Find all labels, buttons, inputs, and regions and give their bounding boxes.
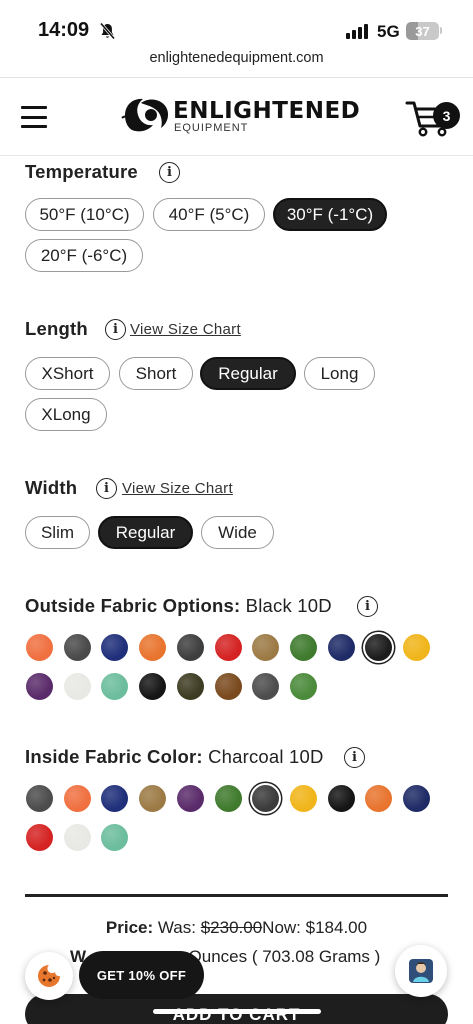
outside-fabric-swatch[interactable] <box>327 634 355 661</box>
temperature-option[interactable]: 20°F (-6°C) <box>25 239 143 272</box>
outside-fabric-swatch[interactable] <box>252 634 280 661</box>
width-size-chart-link[interactable]: View Size Chart <box>122 480 233 497</box>
signal-icon <box>346 24 368 39</box>
outside-fabric-swatch[interactable] <box>63 673 91 700</box>
site-header: ENLIGHTENED EQUIPMENT 3 <box>0 78 473 156</box>
inside-fabric-title: Inside Fabric Color: Charcoal 10D <box>25 746 324 768</box>
url-bar[interactable]: enlightenedequipment.com <box>0 50 473 66</box>
outside-fabric-info-icon[interactable]: i <box>357 596 378 617</box>
inside-fabric-label: Inside Fabric Color: <box>25 746 203 767</box>
price-divider <box>25 894 448 897</box>
temperature-option-selected[interactable]: 30°F (-1°C) <box>273 198 387 231</box>
inside-fabric-swatch[interactable] <box>403 785 430 812</box>
outside-fabric-swatch[interactable] <box>289 634 317 661</box>
outside-fabric-title: Outside Fabric Options: Black 10D <box>25 595 332 617</box>
inside-fabric-swatch[interactable] <box>327 785 355 812</box>
price-was-value: $230.00 <box>200 918 263 937</box>
outside-fabric-swatch[interactable] <box>101 634 129 661</box>
temperature-info-icon[interactable]: i <box>159 162 180 183</box>
outside-fabric-swatch[interactable] <box>403 634 430 661</box>
price-line: Price: Was: $230.00Now: $184.00 <box>0 918 473 938</box>
length-option[interactable]: XShort <box>25 357 110 390</box>
home-indicator <box>153 1009 321 1014</box>
outside-fabric-swatch[interactable] <box>26 634 53 661</box>
width-option[interactable]: Slim <box>25 516 90 549</box>
outside-fabric-swatch[interactable] <box>214 634 242 661</box>
network-label: 5G <box>377 22 400 41</box>
temperature-option[interactable]: 40°F (5°C) <box>153 198 265 231</box>
inside-fabric-swatch[interactable] <box>63 785 91 812</box>
promo-discount-button[interactable]: GET 10% OFF <box>79 951 204 999</box>
price-now-value: $184.00 <box>305 918 368 937</box>
inside-fabric-swatch[interactable] <box>101 785 129 812</box>
length-size-chart-link[interactable]: View Size Chart <box>130 321 241 338</box>
width-info-icon[interactable]: i <box>96 478 117 499</box>
weight-value: Ounces ( 703.08 Grams ) <box>188 947 381 966</box>
length-option[interactable]: Short <box>119 357 193 390</box>
inside-fabric-swatch[interactable] <box>26 824 53 851</box>
brand-name: ENLIGHTENED <box>173 98 361 124</box>
outside-fabric-swatch[interactable] <box>176 673 204 700</box>
inside-fabric-swatch[interactable] <box>214 785 242 812</box>
status-time: 14:09 <box>38 19 90 41</box>
brand-logo[interactable]: ENLIGHTENED EQUIPMENT <box>121 95 360 137</box>
length-option-selected[interactable]: Regular <box>200 357 296 390</box>
chat-avatar-icon <box>409 959 433 983</box>
width-title: Width <box>25 477 78 498</box>
price-now-label: Now: <box>262 918 301 937</box>
inside-fabric-swatch-selected[interactable] <box>252 785 280 812</box>
chat-button[interactable] <box>395 945 447 997</box>
cookie-icon <box>38 965 60 987</box>
outside-fabric-swatch[interactable] <box>26 673 53 700</box>
cart-count-badge[interactable]: 3 <box>433 102 460 129</box>
price-was-label: Was: <box>157 918 196 937</box>
outside-fabric-selected: Black 10D <box>245 595 332 616</box>
length-info-icon[interactable]: i <box>105 319 126 340</box>
bell-muted-icon <box>99 22 116 40</box>
price-label: Price: <box>105 918 154 937</box>
inside-fabric-info-icon[interactable]: i <box>344 747 365 768</box>
inside-fabric-swatch[interactable] <box>176 785 204 812</box>
length-option[interactable]: Long <box>304 357 375 390</box>
inside-fabric-swatch[interactable] <box>26 785 53 812</box>
length-title: Length <box>25 318 88 339</box>
outside-fabric-swatch[interactable] <box>252 673 280 700</box>
cookie-settings-button[interactable] <box>25 952 73 1000</box>
outside-fabric-swatch[interactable] <box>214 673 242 700</box>
outside-fabric-swatch[interactable] <box>101 673 129 700</box>
battery-level: 37 <box>415 23 430 39</box>
status-bar: 14:09 5G 37 <box>0 0 473 46</box>
length-option[interactable]: XLong <box>25 398 107 431</box>
hamburger-menu-icon[interactable] <box>21 106 47 128</box>
outside-fabric-swatch[interactable] <box>176 634 204 661</box>
brand-subtitle: EQUIPMENT <box>174 122 249 134</box>
outside-fabric-swatch[interactable] <box>63 634 91 661</box>
inside-fabric-selected: Charcoal 10D <box>208 746 324 767</box>
inside-fabric-swatch[interactable] <box>139 785 167 812</box>
outside-fabric-swatch[interactable] <box>139 634 167 661</box>
battery-icon: 37 <box>406 22 439 40</box>
logo-mark-icon <box>121 98 169 132</box>
width-option[interactable]: Wide <box>201 516 274 549</box>
temperature-title: Temperature <box>25 161 138 182</box>
inside-fabric-swatch[interactable] <box>101 824 129 851</box>
inside-fabric-swatch[interactable] <box>289 785 317 812</box>
outside-fabric-swatch[interactable] <box>139 673 167 700</box>
outside-fabric-swatch[interactable] <box>289 673 317 700</box>
inside-fabric-swatch[interactable] <box>365 785 393 812</box>
battery-tip <box>440 27 442 34</box>
temperature-option[interactable]: 50°F (10°C) <box>25 198 144 231</box>
outside-fabric-label: Outside Fabric Options: <box>25 595 241 616</box>
width-option-selected[interactable]: Regular <box>98 516 193 549</box>
inside-fabric-swatch[interactable] <box>63 824 91 851</box>
outside-fabric-swatch-selected[interactable] <box>365 634 393 661</box>
